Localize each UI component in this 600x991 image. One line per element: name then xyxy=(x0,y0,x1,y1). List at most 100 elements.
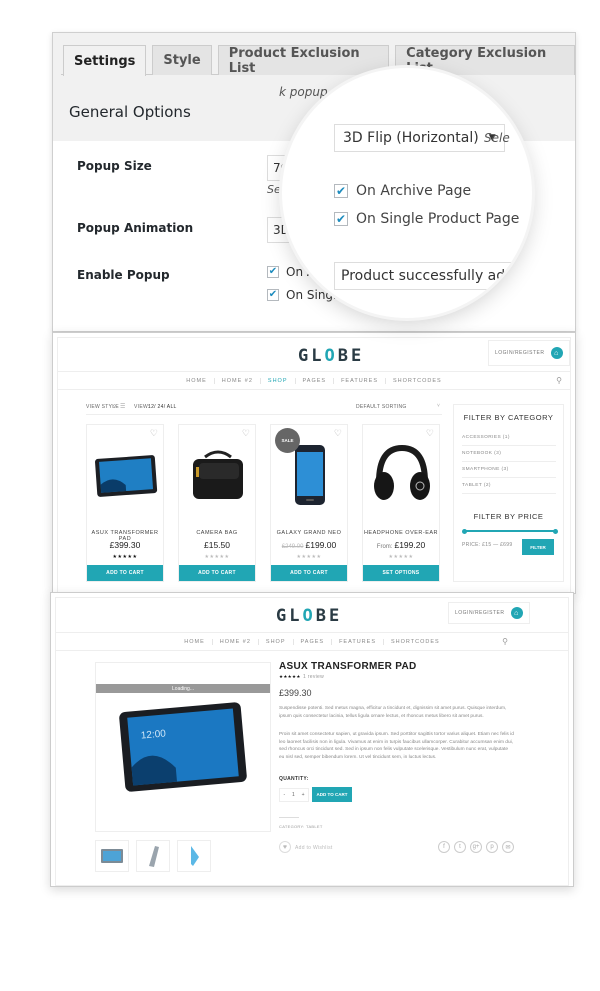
product-price: £15.50 xyxy=(204,540,230,550)
price-slider-max-handle[interactable] xyxy=(553,528,558,534)
google-plus-icon[interactable]: g+ xyxy=(470,841,482,853)
qty-minus-button[interactable]: - xyxy=(283,792,285,798)
set-options-button[interactable]: SET OPTIONS xyxy=(363,565,439,581)
rating-stars: ★★★★★ xyxy=(112,554,138,560)
list-view-icon[interactable]: ☰ xyxy=(120,403,126,410)
nav-home-2[interactable]: HOME #2 xyxy=(213,377,260,384)
main-nav: HOME HOME #2 SHOP PAGES FEATURES SHORTCO… xyxy=(56,632,568,651)
price-slider[interactable] xyxy=(462,528,558,534)
add-to-cart-button[interactable]: ADD TO CART xyxy=(312,787,352,802)
product-price: £249.00 £199.00 xyxy=(281,540,337,550)
popup-animation-label: Popup Animation xyxy=(77,221,194,235)
search-icon[interactable]: ⚲ xyxy=(556,376,562,385)
login-label[interactable]: LOGIN/REGISTER xyxy=(455,610,505,616)
login-register[interactable]: LOGIN/REGISTER ⌂ xyxy=(488,340,570,366)
cart-icon[interactable]: ⌂ xyxy=(550,347,563,359)
view-count-options[interactable]: 12/ 24/ ALL xyxy=(148,404,177,410)
cart-icon[interactable]: ⌂ xyxy=(510,607,523,619)
category-accessories[interactable]: ACCESSORIES (1) xyxy=(462,435,556,446)
product-gallery-main[interactable]: Loading... 12:00 xyxy=(95,662,271,832)
success-message-input[interactable]: Product successfully add xyxy=(334,262,532,290)
checkbox-checked-icon[interactable]: ✔ xyxy=(267,289,279,301)
nav-shop[interactable]: SHOP xyxy=(259,377,295,384)
loading-bar: Loading... xyxy=(96,684,270,693)
add-to-wishlist-link[interactable]: Add to Wishlist xyxy=(295,845,333,851)
nav-features[interactable]: FEATURES xyxy=(333,377,385,384)
price-range-text: PRICE: £15 — £699 xyxy=(462,542,513,548)
animation-hint-zoomed: Sele xyxy=(484,131,510,145)
checkbox-checked-icon[interactable]: ✔ xyxy=(267,266,279,278)
add-to-cart-button[interactable]: ADD TO CART xyxy=(87,565,163,581)
nav-home[interactable]: HOME xyxy=(177,639,212,645)
svg-text:12:00: 12:00 xyxy=(140,728,166,741)
select-value: 3D Flip (Horizontal) xyxy=(343,130,479,146)
single-product-page-option[interactable]: ✔ On Single Product Page xyxy=(334,211,519,227)
globe-logo[interactable]: GLOBE xyxy=(298,346,364,366)
add-to-cart-button[interactable]: ADD TO CART xyxy=(179,565,255,581)
product-image-tablet[interactable] xyxy=(91,435,161,515)
nav-pages[interactable]: PAGES xyxy=(292,638,332,645)
sorting-select[interactable]: DEFAULT SORTING xyxy=(356,404,407,410)
category-meta[interactable]: CATEGORY: TABLET xyxy=(279,824,323,829)
tab-settings[interactable]: Settings xyxy=(63,45,147,76)
enable-popup-label: Enable Popup xyxy=(77,268,170,282)
gallery-thumbnail[interactable] xyxy=(95,840,129,872)
review-count-link[interactable]: 1 review xyxy=(303,674,324,680)
nav-shortcodes[interactable]: SHORTCODES xyxy=(383,638,447,645)
login-register[interactable]: LOGIN/REGISTER ⌂ xyxy=(448,602,530,624)
animation-select-zoomed[interactable]: 3D Flip (Horizontal) ▼ xyxy=(334,124,505,152)
rating-stars: ★★★★★ xyxy=(204,554,230,560)
product-card[interactable]: ♡ ASUX TRANSFORMER PAD £399.30 ★★★★★ ADD… xyxy=(86,424,164,582)
nav-home-2[interactable]: HOME #2 xyxy=(211,638,258,645)
checkbox-checked-icon[interactable]: ✔ xyxy=(334,212,348,226)
product-name[interactable]: GALAXY GRAND NEO xyxy=(271,530,347,536)
product-name[interactable]: HEADPHONE OVER-EAR xyxy=(363,530,439,536)
product-image-headphones[interactable] xyxy=(367,435,437,515)
search-icon[interactable]: ⚲ xyxy=(502,637,508,646)
twitter-icon[interactable]: t xyxy=(454,841,466,853)
qty-value[interactable]: 1 xyxy=(292,792,295,798)
category-smartphone[interactable]: SMARTPHONE (3) xyxy=(462,467,556,478)
magnifier-lens: 3D Flip (Horizontal) ▼ Sele ✔ On Archive… xyxy=(282,68,532,318)
sorting-chevron-icon[interactable]: ˅ xyxy=(437,403,440,409)
product-title: ASUX TRANSFORMER PAD xyxy=(279,661,417,672)
grid-view-icon[interactable]: ⁘ xyxy=(112,403,117,410)
add-to-cart-button[interactable]: ADD TO CART xyxy=(271,565,347,581)
email-icon[interactable]: ✉ xyxy=(502,841,514,853)
quantity-stepper[interactable]: - 1 + xyxy=(279,788,309,802)
nav-shortcodes[interactable]: SHORTCODES xyxy=(385,377,449,384)
filter-button[interactable]: FILTER xyxy=(522,539,554,555)
option-label: On Archive Page xyxy=(356,183,472,199)
category-notebook[interactable]: NOTEBOOK (3) xyxy=(462,451,556,462)
rating-stars: ★★★★★ xyxy=(279,674,301,679)
nav-features[interactable]: FEATURES xyxy=(331,638,383,645)
product-card[interactable]: ♡ CAMERA BAG £15.50 ★★★★★ ADD TO CART xyxy=(178,424,256,582)
filter-by-price-title: FILTER BY PRICE xyxy=(473,512,544,521)
pinterest-icon[interactable]: p xyxy=(486,841,498,853)
toolbar-divider xyxy=(86,414,442,415)
login-label[interactable]: LOGIN/REGISTER xyxy=(495,350,545,356)
shop-sidebar: FILTER BY CATEGORY ACCESSORIES (1) NOTEB… xyxy=(453,404,564,582)
archive-page-option[interactable]: ✔ On Archive Page xyxy=(334,183,471,199)
gallery-thumbnail[interactable] xyxy=(136,840,170,872)
product-card[interactable]: ♡ HEADPHONE OVER-EAR From: £199.20 ★★★★★ … xyxy=(362,424,440,582)
globe-logo[interactable]: GLOBE xyxy=(276,606,342,626)
tab-style[interactable]: Style xyxy=(152,45,212,75)
option-label: On Single Product Page xyxy=(356,211,520,227)
product-card[interactable]: SALE ♡ GALAXY GRAND NEO £249.00 £199.00 ★… xyxy=(270,424,348,582)
popup-size-label: Popup Size xyxy=(77,159,152,173)
rating-stars: ★★★★★ xyxy=(388,554,414,560)
wishlist-heart-icon[interactable]: ♥ xyxy=(279,841,291,853)
checkbox-checked-icon[interactable]: ✔ xyxy=(334,184,348,198)
product-image-camera-bag[interactable] xyxy=(183,435,253,515)
nav-pages[interactable]: PAGES xyxy=(294,377,334,384)
category-tablet[interactable]: TABLET (2) xyxy=(462,483,556,494)
price-slider-min-handle[interactable] xyxy=(462,528,467,534)
facebook-icon[interactable]: f xyxy=(438,841,450,853)
nav-shop[interactable]: SHOP xyxy=(257,638,293,645)
product-name[interactable]: CAMERA BAG xyxy=(179,530,255,536)
qty-plus-button[interactable]: + xyxy=(302,792,305,798)
product-description-1: Suspendisse potenti. Sed metus magna, ef… xyxy=(279,706,507,719)
gallery-thumbnail[interactable] xyxy=(177,840,211,872)
nav-home[interactable]: HOME xyxy=(179,378,214,384)
